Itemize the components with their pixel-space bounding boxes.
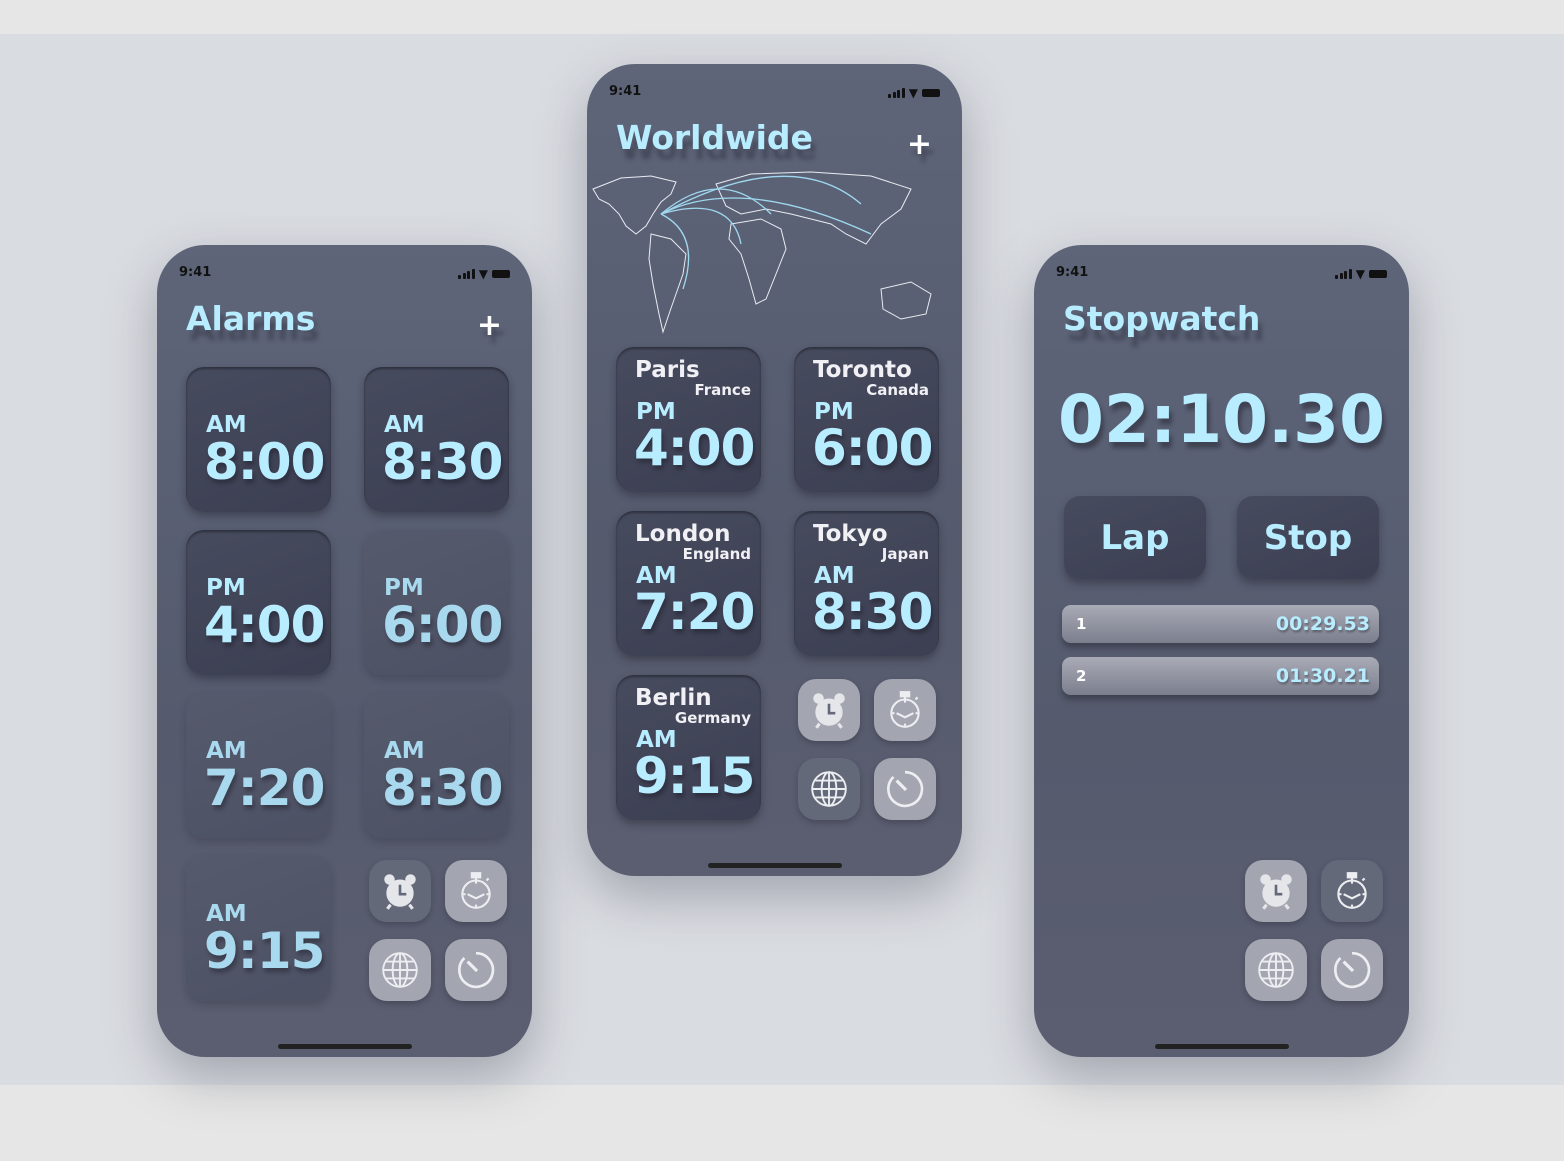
timer-icon	[458, 951, 495, 989]
country-name: Germany	[674, 709, 751, 727]
alarm-time: 4:00	[204, 596, 325, 654]
clock-time: 9:15	[634, 747, 755, 805]
lap-time: 01:30.21	[1275, 665, 1370, 687]
alarm-time: 8:00	[204, 433, 325, 491]
world-clock-card[interactable]: Toronto Canada PM 6:00	[794, 347, 939, 492]
globe-icon	[811, 771, 847, 807]
country-name: England	[682, 545, 751, 563]
globe-icon	[382, 952, 418, 988]
city-name: Tokyo	[813, 521, 888, 547]
tab-alarm[interactable]	[369, 860, 431, 922]
tab-stopwatch[interactable]	[874, 679, 936, 741]
city-name: Berlin	[635, 685, 712, 711]
tab-timer[interactable]	[874, 758, 936, 820]
status-bar: 9:41 ▼	[1056, 265, 1387, 281]
city-name: Toronto	[813, 357, 912, 383]
wifi-icon: ▼	[908, 86, 918, 100]
status-bar: 9:41 ▼	[179, 265, 510, 281]
home-indicator	[278, 1044, 412, 1049]
world-map	[592, 171, 932, 334]
tab-alarm[interactable]	[798, 679, 860, 741]
tab-stopwatch[interactable]	[1321, 860, 1383, 922]
country-name: Japan	[881, 545, 929, 563]
alarm-time: 8:30	[382, 433, 503, 491]
add-city-button[interactable]: +	[907, 130, 932, 160]
tab-alarm[interactable]	[1245, 860, 1307, 922]
signal-icon	[1335, 269, 1352, 279]
clock-time: 4:00	[634, 419, 755, 477]
alarm-card[interactable]: AM 8:00	[186, 367, 331, 512]
home-indicator	[708, 863, 842, 868]
alarm-card[interactable]: AM 8:30	[364, 367, 509, 512]
alarm-clock-icon	[384, 874, 416, 910]
status-time: 9:41	[609, 84, 642, 99]
status-bar: 9:41 ▼	[609, 84, 940, 100]
add-alarm-button[interactable]: +	[477, 311, 502, 341]
stopwatch-icon	[1337, 872, 1367, 909]
wifi-icon: ▼	[1355, 267, 1365, 281]
alarm-time: 7:20	[204, 759, 325, 817]
tab-timer[interactable]	[1321, 939, 1383, 1001]
alarm-card[interactable]: AM 8:30	[364, 693, 509, 838]
alarm-time: 6:00	[382, 596, 503, 654]
world-clock-card[interactable]: Berlin Germany AM 9:15	[616, 675, 761, 820]
battery-icon	[1369, 270, 1387, 278]
clock-time: 7:20	[634, 583, 755, 641]
clock-time: 6:00	[812, 419, 933, 477]
alarm-time: 9:15	[204, 922, 325, 980]
stop-button[interactable]: Stop	[1237, 496, 1379, 579]
country-name: Canada	[866, 381, 929, 399]
lap-row: 2 01:30.21	[1062, 657, 1379, 695]
alarm-time: 8:30	[382, 759, 503, 817]
city-name: Paris	[635, 357, 700, 383]
alarms-screen: 9:41 ▼ Alarms + AM 8:00 AM 8:30 PM 4:00 PM 6:00…	[157, 245, 532, 1057]
alarm-clock-icon	[813, 693, 845, 729]
world-clock-card[interactable]: London England AM 7:20	[616, 511, 761, 656]
tab-globe[interactable]	[798, 758, 860, 820]
battery-icon	[922, 89, 940, 97]
battery-icon	[492, 270, 510, 278]
worldwide-screen: 9:41 ▼ Worldwide + Paris France PM 4:00 Toro…	[587, 64, 962, 876]
lap-button[interactable]: Lap	[1064, 496, 1206, 579]
alarm-card[interactable]: PM 6:00	[364, 530, 509, 675]
clock-time: 8:30	[812, 583, 933, 641]
page-title: Stopwatch	[1063, 299, 1261, 338]
stopwatch-icon	[461, 872, 491, 909]
status-time: 9:41	[179, 265, 212, 280]
world-clock-card[interactable]: Paris France PM 4:00	[616, 347, 761, 492]
country-name: France	[694, 381, 751, 399]
timer-icon	[1334, 951, 1371, 989]
tab-stopwatch[interactable]	[445, 860, 507, 922]
alarm-card[interactable]: AM 9:15	[186, 856, 331, 1001]
tab-globe[interactable]	[1245, 939, 1307, 1001]
page-title: Worldwide	[616, 118, 813, 157]
stopwatch-icon	[890, 691, 920, 728]
lap-row: 1 00:29.53	[1062, 605, 1379, 643]
alarm-card[interactable]: PM 4:00	[186, 530, 331, 675]
page-title: Alarms	[186, 299, 316, 338]
alarm-clock-icon	[1260, 874, 1292, 910]
lap-number: 1	[1076, 615, 1087, 633]
stopwatch-screen: 9:41 ▼ Stopwatch 02:10.30 Lap Stop 1 00:2…	[1034, 245, 1409, 1057]
lap-number: 2	[1076, 667, 1087, 685]
city-name: London	[635, 521, 731, 547]
lap-time: 00:29.53	[1275, 613, 1370, 635]
signal-icon	[888, 88, 905, 98]
globe-icon	[1258, 952, 1294, 988]
status-time: 9:41	[1056, 265, 1089, 280]
world-clock-card[interactable]: Tokyo Japan AM 8:30	[794, 511, 939, 656]
timer-icon	[887, 770, 924, 808]
wifi-icon: ▼	[478, 267, 488, 281]
elapsed-time: 02:10.30	[1057, 381, 1385, 458]
alarm-card[interactable]: AM 7:20	[186, 693, 331, 838]
signal-icon	[458, 269, 475, 279]
tab-globe[interactable]	[369, 939, 431, 1001]
home-indicator	[1155, 1044, 1289, 1049]
tab-timer[interactable]	[445, 939, 507, 1001]
